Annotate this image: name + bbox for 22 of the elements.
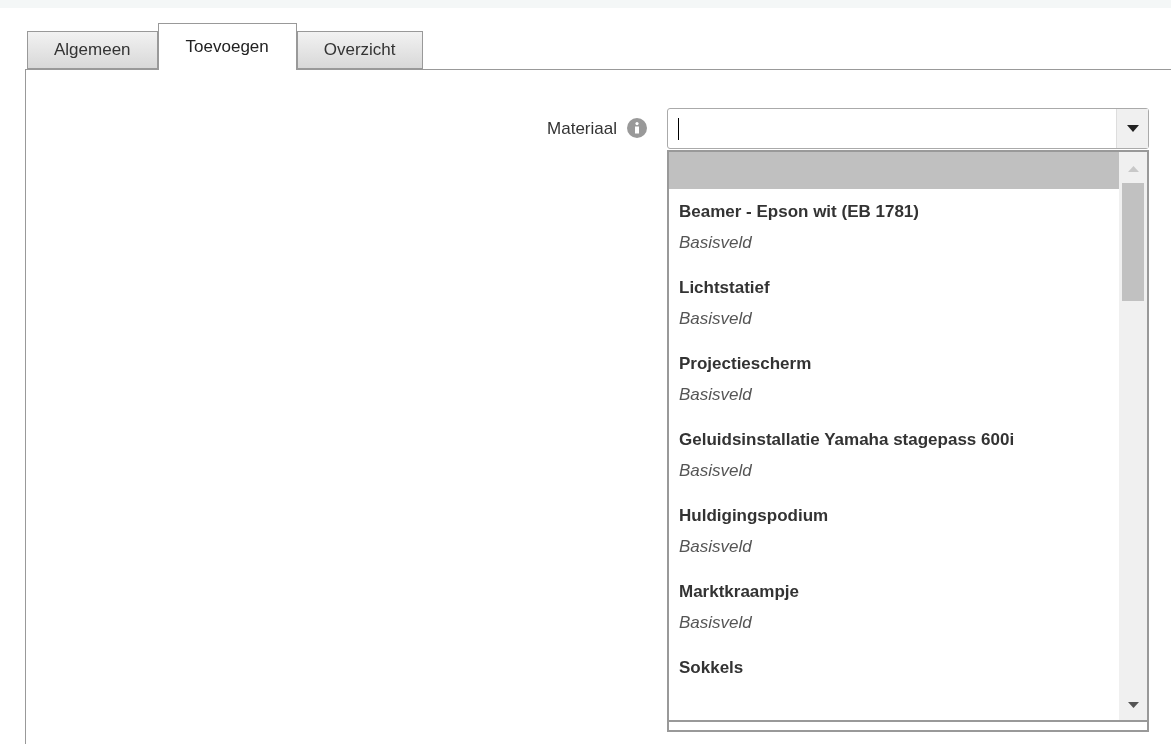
option-subtitle: Basisveld xyxy=(679,612,753,634)
option-subtitle: Basisveld xyxy=(679,536,753,558)
option-title: Geluidsinstallatie Yamaha stagepass 600i xyxy=(679,429,1016,451)
tab[interactable]: Overzicht xyxy=(296,31,423,69)
scroll-down-icon[interactable] xyxy=(1127,702,1139,708)
option-subtitle: Basisveld xyxy=(679,308,753,330)
option-subtitle: Basisveld xyxy=(679,460,753,482)
option-title: Beamer - Epson wit (EB 1781) xyxy=(679,201,920,223)
option-title: Sokkels xyxy=(679,657,745,679)
tab[interactable]: Toevoegen xyxy=(157,23,297,70)
scrollbar[interactable] xyxy=(1119,152,1147,720)
option-title: Marktkraampje xyxy=(679,581,800,603)
option-subtitle: Basisveld xyxy=(679,232,753,254)
option-title: Lichtstatief xyxy=(679,277,771,299)
option-title: Huldigingspodium xyxy=(679,505,830,527)
option-subtitle: Basisveld xyxy=(679,384,753,406)
scroll-up-icon[interactable] xyxy=(1127,166,1139,172)
option-title: Projectiescherm xyxy=(679,353,813,375)
scrollbar-thumb[interactable] xyxy=(1122,183,1144,301)
tab[interactable]: Algemeen xyxy=(27,31,158,69)
info-icon xyxy=(627,118,647,138)
field-label: Materiaal xyxy=(547,118,617,140)
